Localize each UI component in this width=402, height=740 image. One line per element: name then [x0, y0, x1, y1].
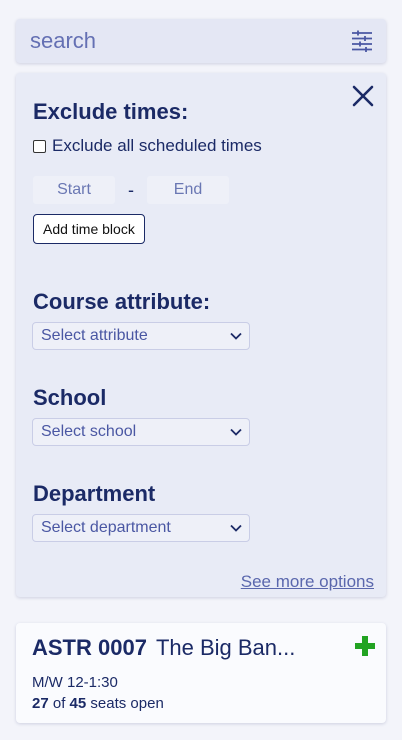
seats-total-count: 45	[69, 695, 87, 712]
close-icon[interactable]	[352, 85, 374, 107]
exclude-all-label: Exclude all scheduled times	[52, 136, 262, 155]
seats-suffix: seats open	[90, 695, 164, 712]
add-time-block-button[interactable]: Add time block	[33, 214, 145, 244]
department-select[interactable]: Select department	[32, 514, 250, 542]
exclude-all-checkbox[interactable]: Exclude all scheduled times	[33, 136, 262, 156]
end-time-input[interactable]: End	[147, 176, 229, 204]
time-separator: -	[128, 179, 134, 200]
see-more-options-link[interactable]: See more options	[241, 572, 374, 592]
seats-of-word: of	[52, 695, 66, 712]
search-input[interactable]	[30, 28, 350, 54]
course-header: ASTR 0007 The Big Ban...	[32, 635, 295, 661]
school-title: School	[33, 385, 107, 410]
exclude-times-title: Exclude times:	[33, 99, 189, 124]
sliders-icon[interactable]	[350, 29, 374, 53]
chevron-down-icon	[230, 332, 242, 340]
filter-panel: Exclude times: Exclude all scheduled tim…	[16, 73, 386, 597]
course-attribute-title: Course attribute:	[33, 289, 211, 314]
time-range-row: Start - End	[33, 176, 229, 204]
search-bar	[16, 19, 386, 63]
course-name: The Big Ban...	[155, 635, 296, 660]
department-title: Department	[33, 481, 156, 506]
department-select-value: Select department	[41, 519, 171, 536]
attribute-select[interactable]: Select attribute	[32, 322, 250, 350]
chevron-down-icon	[230, 524, 242, 532]
chevron-down-icon	[230, 428, 242, 436]
plus-icon[interactable]	[354, 635, 376, 657]
school-select-value: Select school	[41, 423, 137, 440]
attribute-select-value: Select attribute	[41, 327, 148, 344]
course-seats: 27 of 45 seats open	[32, 695, 164, 712]
course-code: ASTR 0007	[32, 635, 147, 660]
school-select[interactable]: Select school	[32, 418, 250, 446]
course-card[interactable]: ASTR 0007 The Big Ban... M/W 12-1:30 27 …	[16, 623, 386, 723]
checkbox-box[interactable]	[33, 139, 46, 153]
start-time-input[interactable]: Start	[33, 176, 115, 204]
seats-open-count: 27	[32, 695, 49, 712]
course-schedule: M/W 12-1:30	[32, 674, 118, 691]
